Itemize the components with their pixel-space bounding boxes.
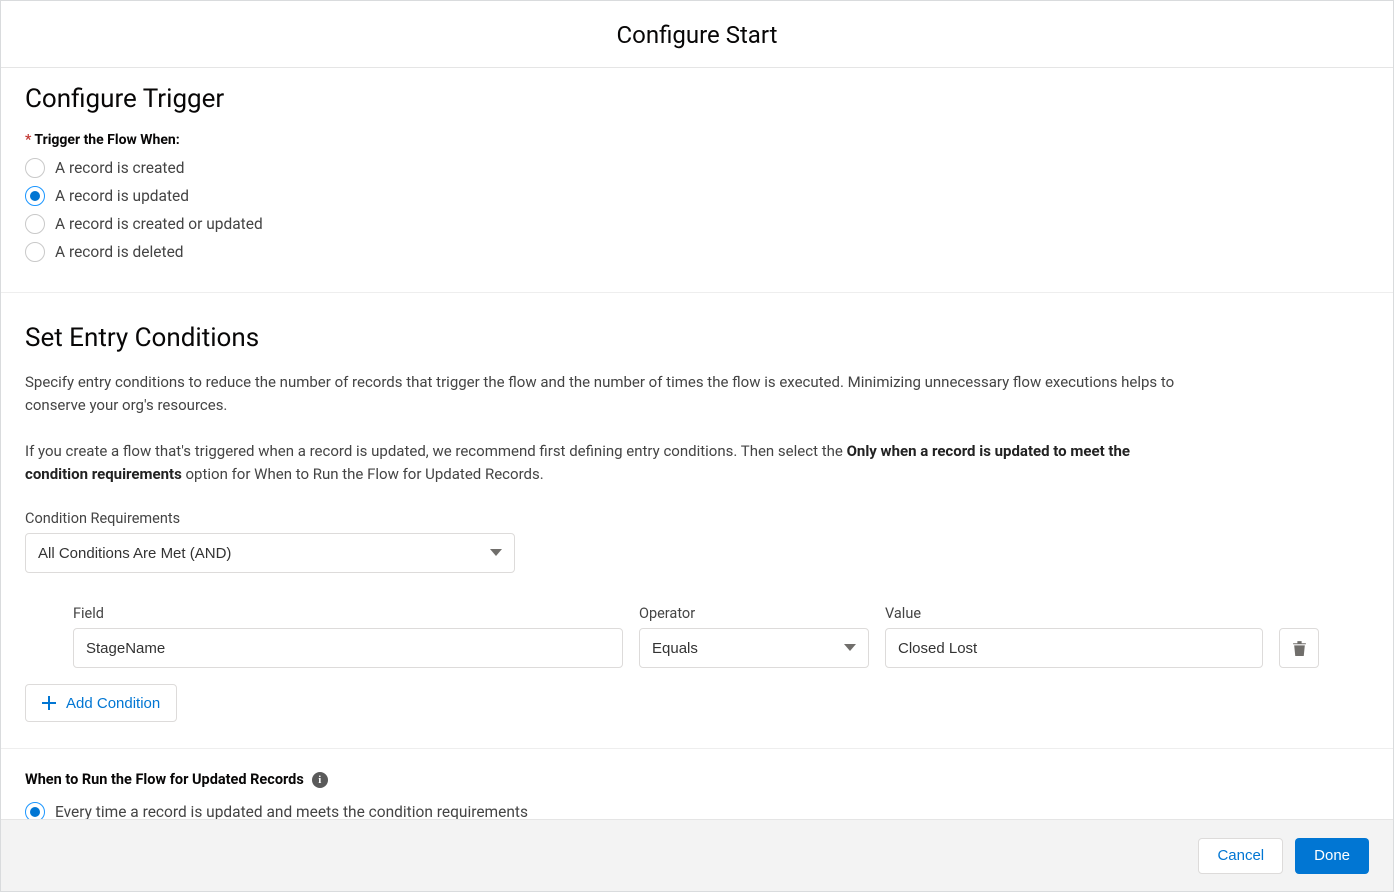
condition-requirements-label: Condition Requirements (25, 510, 1369, 527)
plus-icon (42, 696, 56, 710)
dialog-body-scroll[interactable]: Configure Trigger *Trigger the Flow When… (1, 68, 1393, 819)
add-condition-label: Add Condition (66, 695, 160, 712)
trigger-when-label-text: Trigger the Flow When: (34, 132, 179, 148)
cancel-button[interactable]: Cancel (1198, 838, 1283, 874)
radio-icon (25, 802, 45, 819)
radio-record-created[interactable]: A record is created (25, 158, 1369, 178)
trash-icon (1292, 640, 1307, 657)
info-icon[interactable]: i (312, 772, 328, 788)
condition-row: Field Operator Value (25, 605, 1369, 668)
operator-column-label: Operator (639, 605, 869, 622)
radio-label: A record is deleted (55, 243, 184, 261)
when-to-run-heading: When to Run the Flow for Updated Records… (25, 771, 1369, 788)
radio-label: A record is created or updated (55, 215, 263, 233)
radio-icon (25, 158, 45, 178)
entry-conditions-description-1: Specify entry conditions to reduce the n… (25, 371, 1185, 418)
when-to-run-label: When to Run the Flow for Updated Records (25, 771, 304, 788)
entry-desc2-post: option for When to Run the Flow for Upda… (182, 465, 544, 483)
done-button[interactable]: Done (1295, 838, 1369, 874)
value-column-label: Value (885, 605, 1263, 622)
radio-icon (25, 242, 45, 262)
radio-record-deleted[interactable]: A record is deleted (25, 242, 1369, 262)
entry-conditions-description-2: If you create a flow that's triggered wh… (25, 440, 1185, 487)
radio-label: Every time a record is updated and meets… (55, 803, 528, 819)
radio-label: A record is updated (55, 187, 189, 205)
condition-field-input[interactable] (73, 628, 623, 668)
radio-icon (25, 214, 45, 234)
section-divider (1, 748, 1393, 749)
configure-trigger-heading: Configure Trigger (25, 84, 1369, 114)
section-divider (1, 292, 1393, 293)
condition-requirements-value[interactable] (25, 533, 515, 573)
radio-label: A record is created (55, 159, 184, 177)
radio-record-updated[interactable]: A record is updated (25, 186, 1369, 206)
required-asterisk: * (25, 132, 31, 148)
set-entry-conditions-heading: Set Entry Conditions (25, 323, 1369, 353)
condition-requirements-select[interactable] (25, 533, 515, 573)
trigger-when-label: *Trigger the Flow When: (25, 132, 1369, 148)
when-to-run-radio-group: Every time a record is updated and meets… (25, 802, 1369, 819)
delete-condition-button[interactable] (1279, 628, 1319, 668)
trigger-when-radio-group: A record is created A record is updated … (25, 158, 1369, 262)
radio-record-created-or-updated[interactable]: A record is created or updated (25, 214, 1369, 234)
dialog-footer: Cancel Done (1, 819, 1393, 891)
field-column-label: Field (73, 605, 623, 622)
condition-value-input[interactable] (885, 628, 1263, 668)
configure-start-dialog: Configure Start Configure Trigger *Trigg… (0, 0, 1394, 892)
entry-desc2-pre: If you create a flow that's triggered wh… (25, 442, 847, 460)
condition-operator-select[interactable] (639, 628, 869, 668)
radio-every-time-updated[interactable]: Every time a record is updated and meets… (25, 802, 1369, 819)
radio-icon (25, 186, 45, 206)
dialog-title: Configure Start (1, 1, 1393, 68)
add-condition-button[interactable]: Add Condition (25, 684, 177, 722)
